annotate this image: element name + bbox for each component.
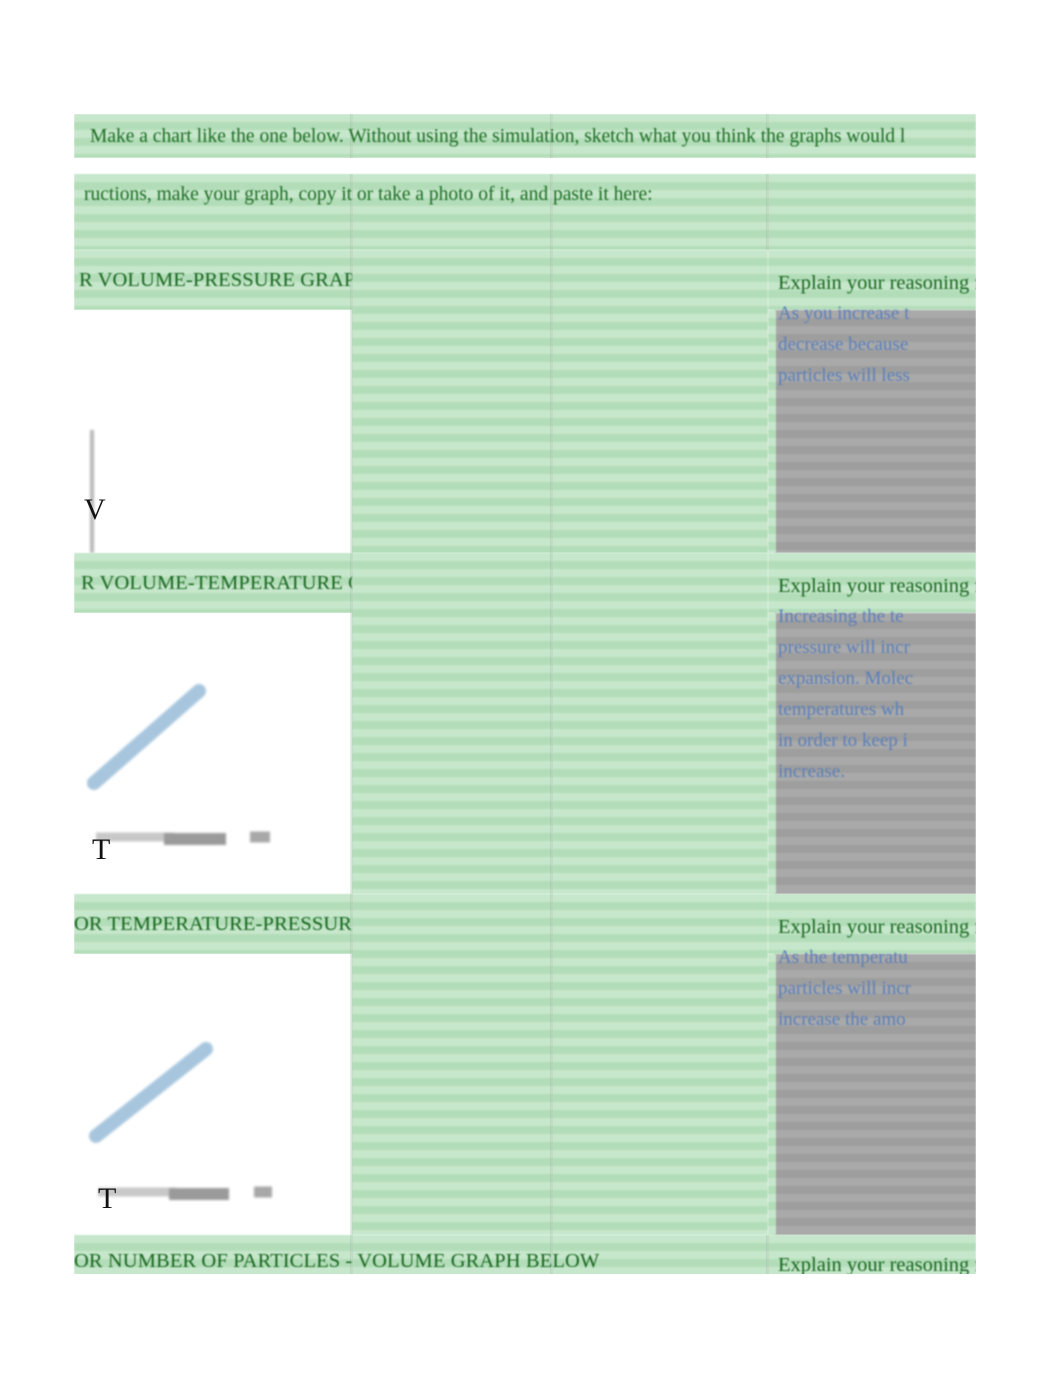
vt-cell-a: R VOLUME-TEMPERATURE GRAPH BELOW T — [74, 553, 497, 894]
table-row-intro-1: Make a chart like the one below. Without… — [74, 114, 976, 158]
intro-separator — [74, 158, 976, 174]
column-seam — [550, 250, 553, 553]
vt-reasoning-text: Explain your reasoning f Increasing the … — [778, 571, 976, 787]
vt-cell-c — [552, 553, 768, 894]
column-seam — [766, 1235, 769, 1274]
vp-cell-a: R VOLUME-PRESSURE GRAPH BELOW V — [74, 250, 449, 553]
vt-cell-d-reasoning: Explain your reasoning f Increasing the … — [768, 553, 976, 894]
vp-reasoning-line-1: As you increase t — [778, 303, 910, 324]
table-row-volume-pressure: R VOLUME-PRESSURE GRAPH BELOW V Explain … — [74, 250, 976, 553]
vt-reasoning-line-3: expansion. Molec — [778, 668, 914, 689]
column-seam — [766, 174, 769, 250]
document-page: Make a chart like the one below. Without… — [0, 0, 1062, 1377]
vt-reasoning-line-4: temperatures wh — [778, 699, 905, 720]
axis-letter-volume: V — [84, 493, 106, 526]
vt-reasoning-line-1: Increasing the te — [778, 606, 904, 627]
column-seam — [350, 894, 353, 1235]
heading-particles-volume: OR NUMBER OF PARTICLES - VOLUME GRAPH BE… — [74, 1250, 600, 1272]
column-seam — [550, 894, 553, 1235]
table-row-temperature-pressure: OR TEMPERATURE-PRESSURE GRAPH BELOW T Ex… — [74, 894, 976, 1235]
tp-cell-a: OR TEMPERATURE-PRESSURE GRAPH BELOW T — [74, 894, 518, 1235]
axis-letter-temperature: T — [92, 833, 111, 866]
vt-cell-b — [352, 553, 552, 894]
pv-reasoning-heading: Explain your reasoning f — [778, 1254, 976, 1274]
table-row-volume-temperature: R VOLUME-TEMPERATURE GRAPH BELOW T Expla… — [74, 553, 976, 894]
vt-reason-left-edge — [768, 613, 776, 894]
vp-reasoning-heading: Explain your reasoning f — [778, 272, 976, 294]
tp-reasoning-line-2: particles will incr — [778, 978, 911, 999]
intro-line-1: Make a chart like the one below. Without… — [90, 126, 906, 147]
vp-reasoning-text: Explain your reasoning f As you increase… — [778, 268, 976, 391]
table-row-intro-2: ructions, make your graph, copy it or ta… — [74, 174, 976, 250]
tp-reasoning-heading: Explain your reasoning f — [778, 916, 976, 938]
tp-reasoning-line-3: increase the amo — [778, 1009, 906, 1030]
vt-reasoning-heading: Explain your reasoning f — [778, 575, 976, 597]
vt-reasoning-line-5: in order to keep i — [778, 730, 908, 751]
tp-reasoning-text: Explain your reasoning f As the temperat… — [778, 912, 976, 1035]
tp-cell-b — [352, 894, 552, 1235]
vt-reasoning-line-2: pressure will incr — [778, 637, 910, 658]
vt-reasoning-line-6: increase. — [778, 761, 845, 782]
sketch-volume-temperature — [87, 684, 270, 845]
sketch-line-volume-pressure — [74, 310, 352, 553]
column-seam — [550, 553, 553, 894]
vp-cell-b — [352, 250, 552, 553]
vp-reasoning-line-2: decrease because — [778, 334, 909, 355]
table-row-particles-volume: OR NUMBER OF PARTICLES - VOLUME GRAPH BE… — [74, 1235, 976, 1274]
intro2-cell-d — [768, 174, 976, 250]
vp-reason-left-edge — [768, 310, 776, 553]
vp-cell-d-reasoning: Explain your reasoning f As you increase… — [768, 250, 976, 553]
column-seam — [350, 250, 353, 553]
tp-cell-d-reasoning: Explain your reasoning f As the temperat… — [768, 894, 976, 1235]
column-seam — [350, 553, 353, 894]
worksheet-table: Make a chart like the one below. Without… — [74, 114, 976, 1274]
tp-reasoning-line-1: As the temperatu — [778, 947, 908, 968]
axis-letter-temperature-2: T — [98, 1182, 117, 1215]
vp-reasoning-line-3: particles will less — [778, 365, 910, 386]
intro-line-2: ructions, make your graph, copy it or ta… — [84, 184, 653, 205]
tp-reason-left-edge — [768, 954, 776, 1235]
vp-cell-c — [552, 250, 768, 553]
tp-cell-c — [552, 894, 768, 1235]
